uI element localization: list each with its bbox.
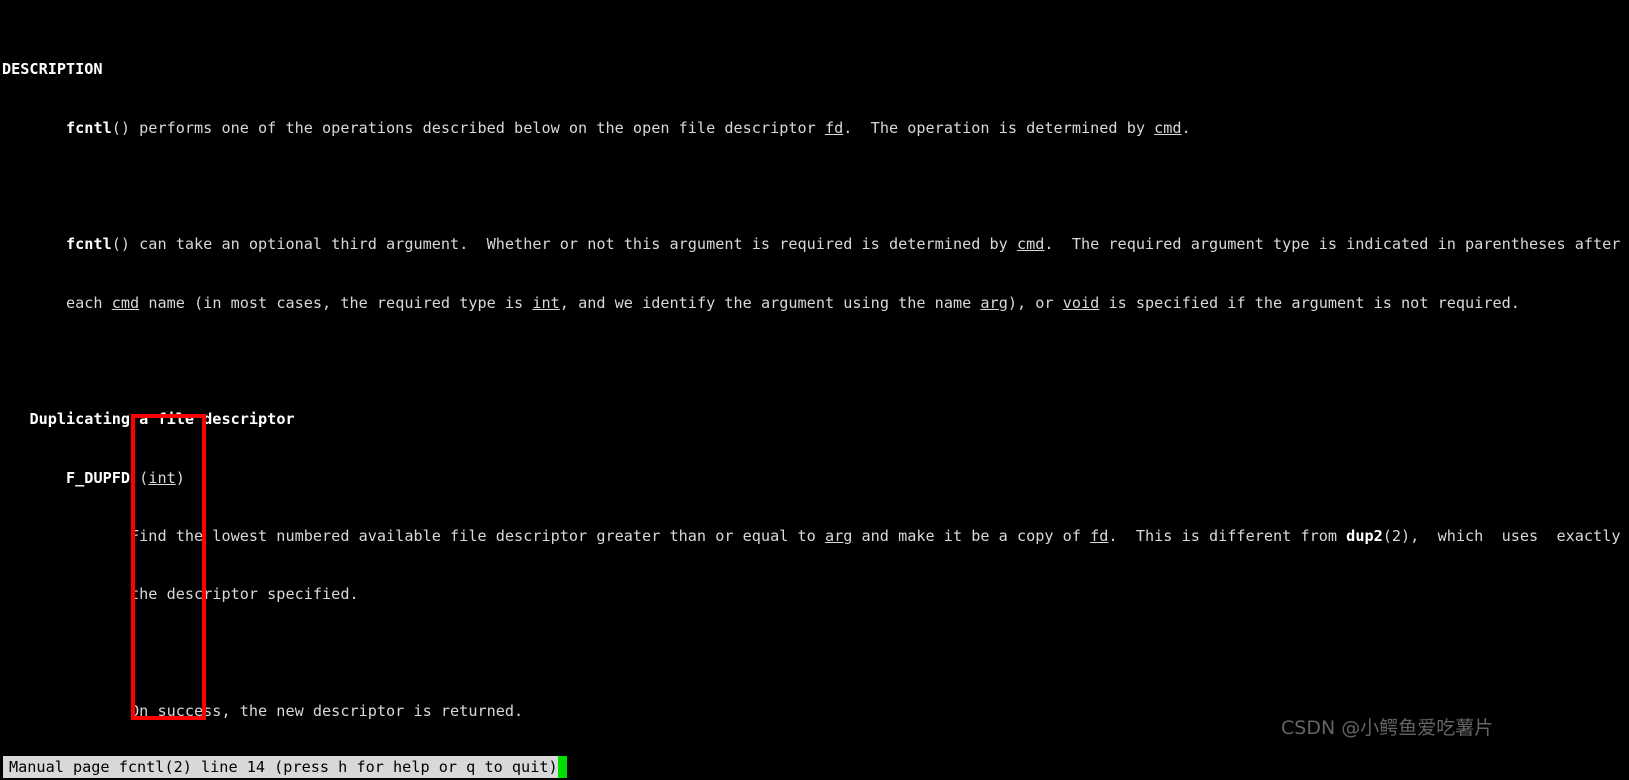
man-line-blank xyxy=(2,177,1629,196)
man-line: On success, the new descriptor is return… xyxy=(2,702,524,721)
man-line: DESCRIPTION xyxy=(2,60,103,79)
man-line: fcntl() can take an optional third argum… xyxy=(66,235,1621,254)
pager-status-bar: Manual page fcntl(2) line 14 (press h fo… xyxy=(0,755,1629,780)
man-command-entry: F_DUPFD (int) xyxy=(66,468,185,487)
man-subsection-heading: Duplicating a file descriptor xyxy=(29,410,295,429)
man-line-blank xyxy=(2,644,1629,663)
man-page-pager[interactable]: DESCRIPTION fcntl() performs one of the … xyxy=(0,0,1629,736)
status-bar-text: Manual page fcntl(2) line 14 (press h fo… xyxy=(9,758,558,776)
terminal-cursor xyxy=(557,756,567,778)
status-bar-content[interactable]: Manual page fcntl(2) line 14 (press h fo… xyxy=(3,756,567,778)
man-line: fcntl() performs one of the operations d… xyxy=(66,118,1191,137)
man-line: each cmd name (in most cases, the requir… xyxy=(2,293,1520,312)
man-line: Find the lowest numbered available file … xyxy=(2,527,1621,546)
terminal-screen: DESCRIPTION fcntl() performs one of the … xyxy=(0,0,1629,780)
man-line: the descriptor specified. xyxy=(2,585,359,604)
man-line-blank xyxy=(2,352,1629,371)
